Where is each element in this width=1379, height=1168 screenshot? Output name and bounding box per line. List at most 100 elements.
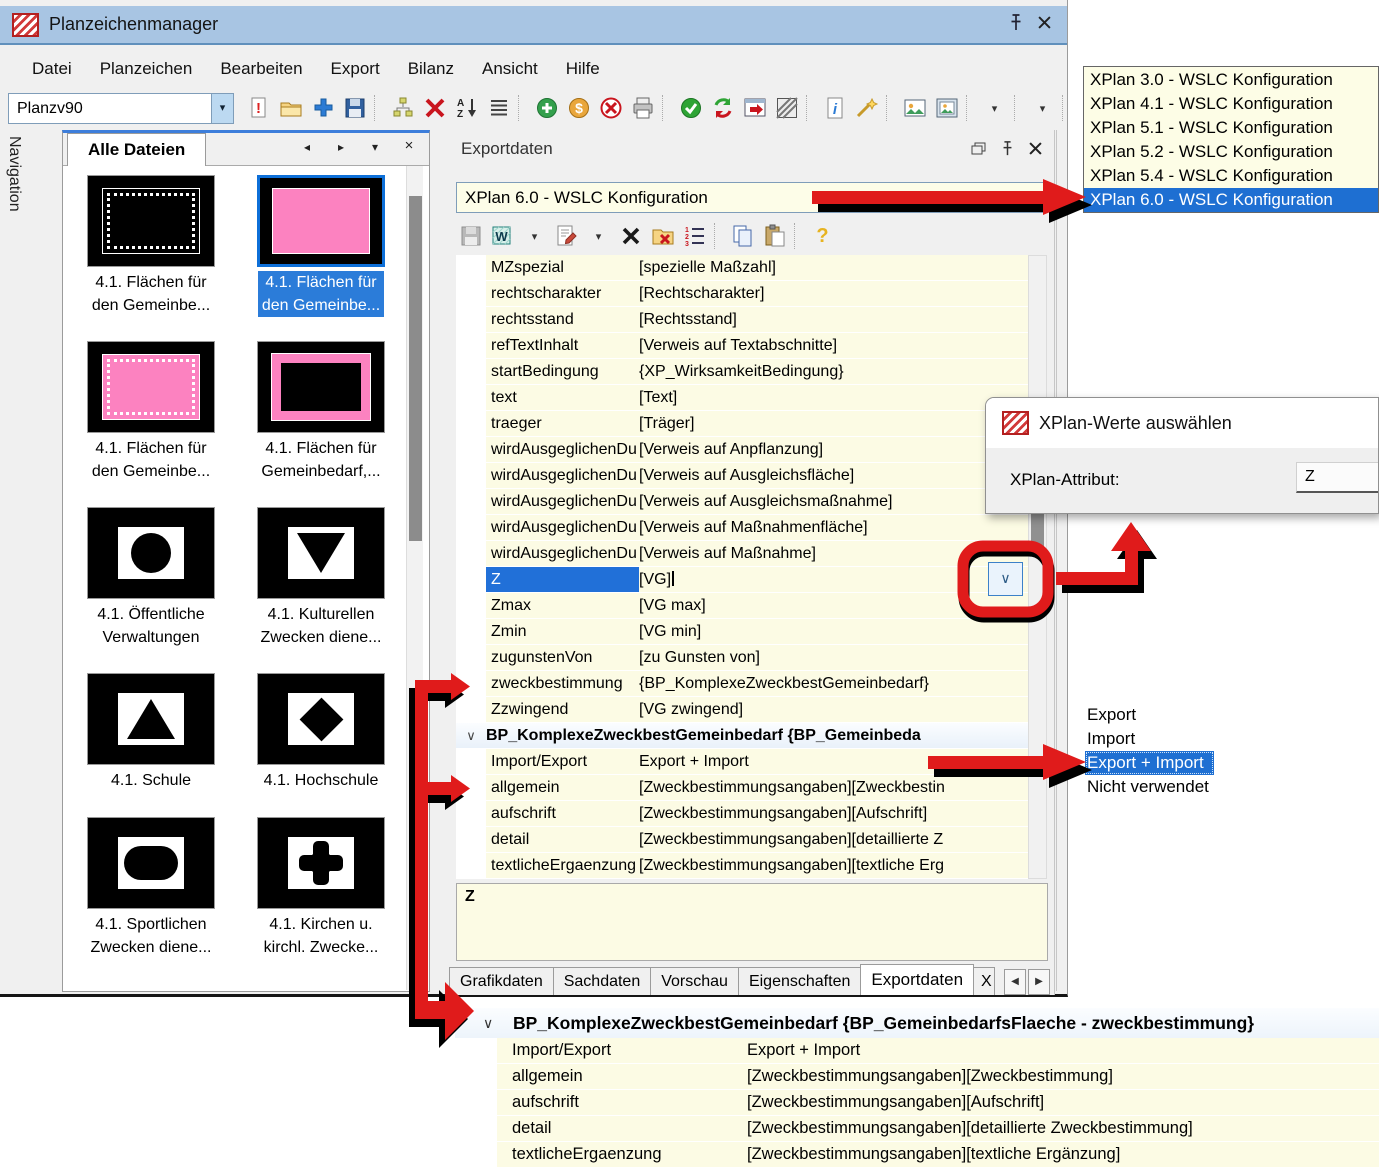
word-export-button[interactable]: W [488,221,517,251]
tab-menu-icon[interactable]: ▾ [365,140,385,154]
export-attribute-row[interactable]: wirdAusgeglichenDu[Verweis auf Maßnahmen… [456,515,1028,541]
plan-symbol-item[interactable]: 4.1. Flächen für Gemeinbedarf,... [257,341,385,483]
scroll-right-icon[interactable]: ▸ [331,140,351,154]
save-button[interactable] [340,93,369,123]
export-attribute-row[interactable]: detail[Zweckbestimmungsangaben][detailli… [456,827,1028,853]
tab-scroll-right-button[interactable]: ▶ [1028,969,1050,995]
tab-sachdaten[interactable]: Sachdaten [553,967,652,995]
combobox-dropdown-icon[interactable]: ▾ [211,94,233,123]
menu-item-hilfe[interactable]: Hilfe [552,55,614,83]
tab-grafikdaten[interactable]: Grafikdaten [449,967,554,995]
plan-symbol-item[interactable]: 4.1. Flächen für den Gemeinbe... [87,175,215,317]
plan-symbol-item[interactable]: 4.1. Öffentliche Verwaltungen [87,507,215,649]
export-attribute-row[interactable]: startBedingung{XP_WirksamkeitBedingung} [456,359,1028,385]
dropdown-button-1[interactable]: ▾ [980,93,1009,123]
menu-item-planzeichen[interactable]: Planzeichen [86,55,207,83]
config-list-item[interactable]: XPlan 3.0 - WSLC Konfiguration [1084,68,1378,92]
form-button[interactable] [552,221,581,251]
config-list-item[interactable]: XPlan 6.0 - WSLC Konfiguration [1084,188,1378,212]
menu-item-export[interactable]: Export [317,55,394,83]
print-button[interactable] [628,93,657,123]
plan-symbol-item[interactable]: 4.1. Kirchen u. kirchl. Zwecke... [257,817,385,959]
attribute-detail-box[interactable]: Z [456,883,1048,961]
refresh-button[interactable] [708,93,737,123]
export-attribute-row[interactable]: zweckbestimmung{BP_KomplexeZweckbestGeme… [456,671,1028,697]
close-icon[interactable] [1029,142,1042,160]
pin-icon[interactable] [1010,14,1022,36]
plan-symbol-item[interactable]: 4.1. Kulturellen Zwecken diene... [257,507,386,649]
table-scrollbar[interactable] [1028,255,1047,879]
export-attribute-row[interactable]: aufschrift[Zweckbestimmungsangaben][Aufs… [456,801,1028,827]
export-attribute-row[interactable]: Import/ExportExport + Import [456,749,1028,775]
tab-x[interactable]: X [973,967,995,995]
pin-icon[interactable] [1002,141,1013,161]
word-export-dropdown[interactable]: ▾ [520,221,549,251]
menu-item-bearbeiten[interactable]: Bearbeiten [206,55,316,83]
config-list-item[interactable]: XPlan 5.2 - WSLC Konfiguration [1084,140,1378,164]
sort-az-button[interactable]: AZ [452,93,481,123]
paste-button[interactable] [760,221,789,251]
finance-button[interactable]: $ [564,93,593,123]
xplan-attribut-field[interactable]: Z [1296,462,1379,493]
navigation-sidebar-tab[interactable]: Navigation [0,128,30,994]
delete-button[interactable] [420,93,449,123]
info-document-button[interactable]: i [820,93,849,123]
remove-record-button[interactable] [596,93,625,123]
plan-symbol-item[interactable]: 4.1. Schule [87,673,215,793]
files-scrollbar[interactable] [406,166,423,990]
export-attribute-row[interactable]: rechtsstand[Rechtsstand] [456,307,1028,333]
new-document-button[interactable]: ! [244,93,273,123]
close-panel-icon[interactable]: × [399,137,419,154]
export-attribute-row[interactable]: wirdAusgeglichenDu[Verweis auf Anpflanzu… [456,437,1028,463]
mode-list-item[interactable]: Import [1085,727,1145,751]
mode-list-item[interactable]: Export + Import [1085,751,1214,775]
save-export-button[interactable] [456,221,485,251]
export-attribute-row[interactable]: textlicheErgaenzung[Zweckbestimmungsanga… [456,853,1028,879]
files-scrollbar-thumb[interactable] [409,196,422,541]
image-button[interactable] [900,93,929,123]
value-dropdown-button[interactable]: ∨ [988,562,1023,596]
delete-entry-button[interactable] [616,221,645,251]
menu-item-bilanz[interactable]: Bilanz [394,55,468,83]
dropdown-button-2[interactable]: ▾ [1028,93,1057,123]
export-attribute-row[interactable]: MZspezial[spezielle Maßzahl] [456,255,1028,281]
export-attribute-row[interactable]: text[Text] [456,385,1028,411]
export-attribute-row[interactable]: wirdAusgeglichenDu[Verweis auf Maßnahme] [456,541,1028,567]
export-attribute-row[interactable]: Z[VG] [456,567,1028,593]
add-button[interactable] [308,93,337,123]
export-attribute-row[interactable]: wirdAusgeglichenDu[Verweis auf Ausgleich… [456,463,1028,489]
close-icon[interactable] [1038,16,1051,34]
export-attribute-row[interactable]: wirdAusgeglichenDu[Verweis auf Ausgleich… [456,489,1028,515]
profile-combobox[interactable]: Planzv90 ▾ [8,93,234,124]
window-export-button[interactable] [740,93,769,123]
tab-alle-dateien[interactable]: Alle Dateien [67,133,206,166]
delete-folder-button[interactable] [648,221,677,251]
export-attribute-row[interactable]: allgemein[Zweckbestimmungsangaben][Zweck… [456,775,1028,801]
export-attribute-row[interactable]: traeger[Träger] [456,411,1028,437]
tab-scroll-left-button[interactable]: ◀ [1004,969,1026,995]
pattern-button[interactable] [772,93,801,123]
plan-symbol-item[interactable]: 4.1. Flächen für den Gemeinbe... [257,175,385,317]
export-attribute-row[interactable]: Zmin[VG min] [456,619,1028,645]
tree-view-button[interactable] [388,93,417,123]
tab-vorschau[interactable]: Vorschau [650,967,739,995]
mode-list-item[interactable]: Nicht verwendet [1085,775,1219,799]
mode-list-item[interactable]: Export [1085,703,1146,727]
image-frame-button[interactable] [932,93,961,123]
tab-exportdaten[interactable]: Exportdaten [860,964,974,995]
numbered-list-button[interactable]: 123 [680,221,709,251]
export-attribute-row[interactable]: rechtscharakter[Rechtscharakter] [456,281,1028,307]
copy-button[interactable] [728,221,757,251]
open-folder-button[interactable] [276,93,305,123]
export-attribute-row[interactable]: Zzwingend[VG zwingend] [456,697,1028,723]
expand-chevron-icon[interactable]: ∨ [456,723,486,748]
add-record-button[interactable] [532,93,561,123]
float-window-icon[interactable] [971,142,986,161]
menu-item-ansicht[interactable]: Ansicht [468,55,552,83]
scroll-left-icon[interactable]: ◂ [297,140,317,154]
list-view-button[interactable] [484,93,513,123]
xplan-config-combobox[interactable]: XPlan 6.0 - WSLC Konfiguration ∨ [456,182,1048,213]
config-list-item[interactable]: XPlan 5.4 - WSLC Konfiguration [1084,164,1378,188]
export-attribute-row[interactable]: refTextInhalt[Verweis auf Textabschnitte… [456,333,1028,359]
tab-eigenschaften[interactable]: Eigenschaften [738,967,861,995]
